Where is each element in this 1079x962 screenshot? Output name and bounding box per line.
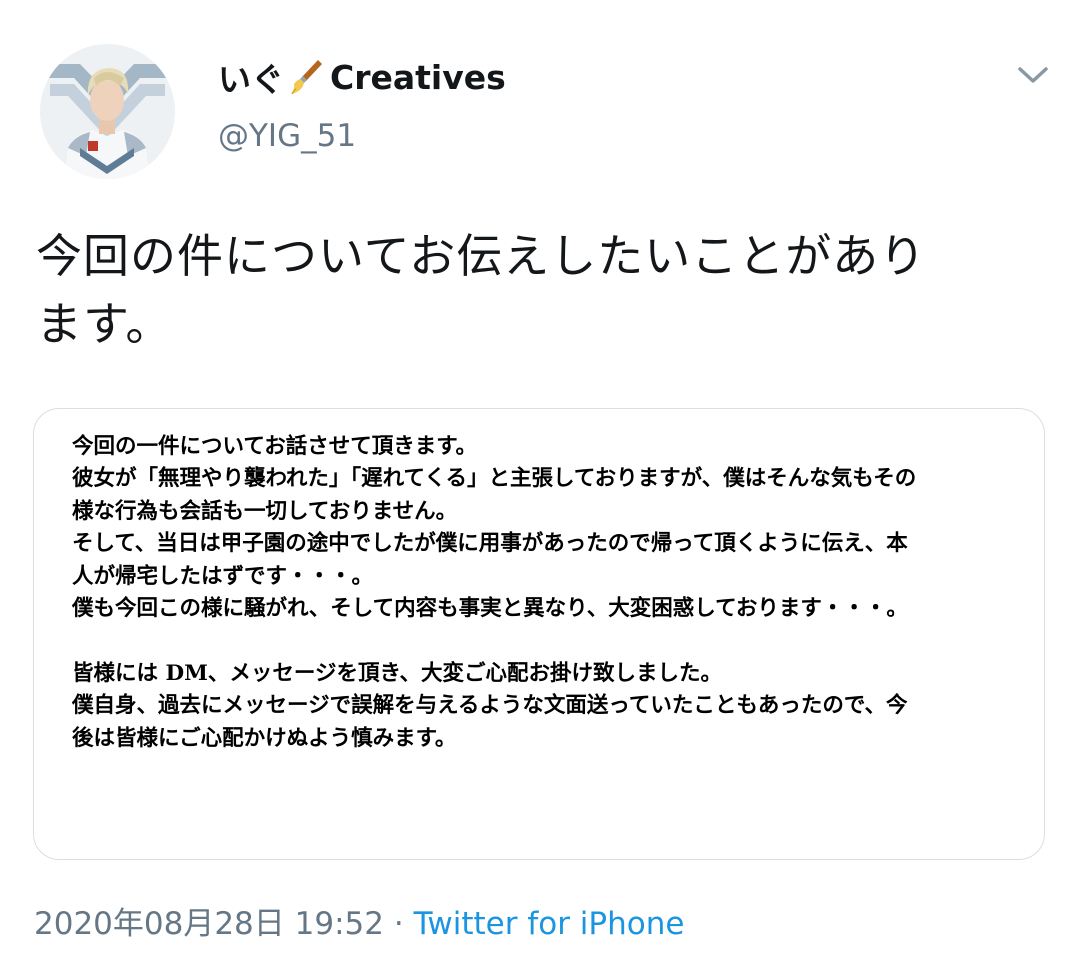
chevron-down-icon[interactable] [1014,60,1052,90]
statement-line: 後は皆様にご心配かけぬよう慎みます。 [72,725,457,751]
display-name-suffix: Creatives [330,57,506,97]
statement-line: 僕自身、過去にメッセージで誤解を与えるような文面送っていたこともあったので、今 [72,693,908,719]
tweet-media-image[interactable]: 今回の一件についてお話させて頂きます。 彼女が「無理やり襲われた」「遅れてくる」… [33,408,1045,860]
tweet-meta: 2020年08月28日 19:52 · Twitter for iPhone [34,898,684,943]
statement-text: 今回の一件についてお話させて頂きます。 彼女が「無理やり襲われた」「遅れてくる」… [72,431,1017,755]
display-name-text: いぐ [218,60,284,99]
tweet-source-link[interactable]: Twitter for iPhone [414,906,685,942]
avatar[interactable] [40,44,175,179]
tweet-text-line: 今回の件についてお伝えしたいことがあり [36,229,927,283]
statement-line: 様な行為も会話も一切しておりません。 [72,498,458,524]
tweet-timestamp[interactable]: 2020年08月28日 19:52 [34,906,384,942]
statement-line: 皆様には DM、メッセージを頂き、大変ご心配お掛け致しました。 [72,660,722,686]
tweet-text-line: ます。 [36,297,173,351]
avatar-image [40,44,175,179]
display-name[interactable]: いぐ Creatives [218,52,506,102]
user-handle[interactable]: @YIG_51 [218,118,356,154]
statement-line: 僕も今回この様に騒がれ、そして内容も事実と異なり、大変困惑しております・・・。 [72,596,908,622]
statement-line: そして、当日は甲子園の途中でしたが僕に用事があったので帰って頂くように伝え、本 [72,531,908,557]
statement-line: 今回の一件についてお話させて頂きます。 [72,434,478,459]
paintbrush-icon [288,57,324,97]
statement-line: 人が帰宅したはずです・・・。 [72,563,374,589]
tweet-text: 今回の件についてお伝えしたいことがあり ます。 [36,222,1046,358]
statement-line: 彼女が「無理やり襲われた」「遅れてくる」と主張しておりますが、僕はそんな気もその [72,466,917,492]
meta-separator: · [393,906,404,942]
